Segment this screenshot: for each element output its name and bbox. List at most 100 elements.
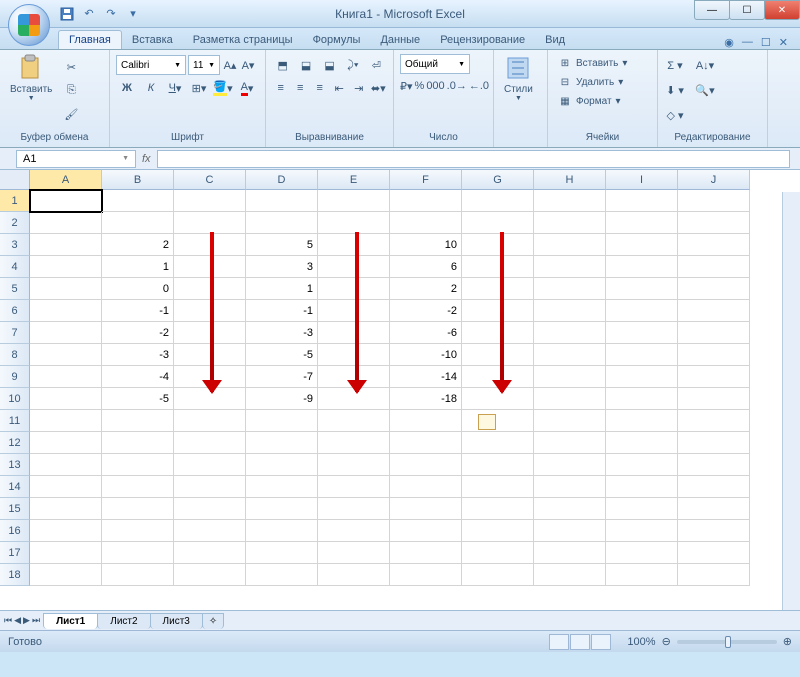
cell[interactable] bbox=[174, 476, 246, 498]
cell[interactable] bbox=[318, 278, 390, 300]
cell[interactable] bbox=[534, 256, 606, 278]
cell[interactable]: -5 bbox=[102, 388, 174, 410]
column-header[interactable]: G bbox=[462, 170, 534, 190]
cells-insert-button[interactable]: ⊞Вставить ▾ bbox=[554, 54, 651, 72]
sheet-tab-3[interactable]: Лист3 bbox=[150, 613, 203, 629]
column-header[interactable]: I bbox=[606, 170, 678, 190]
cells-delete-button[interactable]: ⊟Удалить ▾ bbox=[554, 73, 651, 91]
row-header[interactable]: 6 bbox=[0, 300, 30, 322]
cell[interactable] bbox=[678, 476, 750, 498]
cell[interactable] bbox=[606, 476, 678, 498]
cell[interactable] bbox=[174, 498, 246, 520]
cell[interactable] bbox=[462, 498, 534, 520]
cell[interactable] bbox=[390, 454, 462, 476]
copy-icon[interactable]: ⎘ bbox=[60, 80, 82, 102]
cell[interactable]: -3 bbox=[102, 344, 174, 366]
cell[interactable] bbox=[390, 498, 462, 520]
cell[interactable] bbox=[678, 564, 750, 586]
help-icon[interactable]: ◉ bbox=[724, 36, 734, 49]
column-header[interactable]: F bbox=[390, 170, 462, 190]
cell[interactable] bbox=[606, 454, 678, 476]
cell[interactable]: 0 bbox=[102, 278, 174, 300]
cell[interactable] bbox=[390, 212, 462, 234]
sheet-tab-1[interactable]: Лист1 bbox=[43, 613, 98, 629]
cell[interactable] bbox=[246, 542, 318, 564]
tab-data[interactable]: Данные bbox=[370, 31, 430, 49]
cell[interactable] bbox=[678, 344, 750, 366]
cell[interactable] bbox=[390, 542, 462, 564]
cell[interactable] bbox=[246, 410, 318, 432]
cell[interactable] bbox=[246, 476, 318, 498]
cell[interactable] bbox=[462, 190, 534, 212]
cell[interactable] bbox=[30, 278, 102, 300]
font-name-select[interactable]: Calibri▼ bbox=[116, 55, 186, 75]
row-header[interactable]: 16 bbox=[0, 520, 30, 542]
align-right-icon[interactable]: ≡ bbox=[311, 77, 329, 99]
formula-input[interactable] bbox=[157, 150, 790, 168]
cell[interactable] bbox=[30, 234, 102, 256]
cell[interactable] bbox=[102, 498, 174, 520]
cell[interactable] bbox=[606, 234, 678, 256]
row-header[interactable]: 10 bbox=[0, 388, 30, 410]
cell[interactable] bbox=[606, 300, 678, 322]
bold-icon[interactable]: Ж bbox=[116, 77, 138, 99]
select-all-corner[interactable] bbox=[0, 170, 30, 190]
cell[interactable]: -1 bbox=[246, 300, 318, 322]
cell[interactable] bbox=[606, 542, 678, 564]
column-header[interactable]: E bbox=[318, 170, 390, 190]
name-box[interactable]: A1▼ bbox=[16, 150, 136, 168]
cell[interactable] bbox=[678, 520, 750, 542]
cell[interactable] bbox=[390, 190, 462, 212]
cell[interactable]: -18 bbox=[390, 388, 462, 410]
row-header[interactable]: 9 bbox=[0, 366, 30, 388]
cell[interactable] bbox=[102, 476, 174, 498]
cell[interactable] bbox=[534, 564, 606, 586]
cell[interactable] bbox=[462, 454, 534, 476]
row-header[interactable]: 8 bbox=[0, 344, 30, 366]
cell[interactable] bbox=[678, 212, 750, 234]
cell[interactable] bbox=[246, 190, 318, 212]
percent-icon[interactable]: % bbox=[415, 75, 425, 97]
tab-insert[interactable]: Вставка bbox=[122, 31, 183, 49]
cell[interactable] bbox=[606, 498, 678, 520]
row-header[interactable]: 12 bbox=[0, 432, 30, 454]
cell[interactable] bbox=[102, 410, 174, 432]
sheet-tab-2[interactable]: Лист2 bbox=[97, 613, 150, 629]
row-header[interactable]: 3 bbox=[0, 234, 30, 256]
decrease-decimal-icon[interactable]: ←.0 bbox=[469, 75, 489, 97]
cell[interactable] bbox=[30, 520, 102, 542]
cell[interactable] bbox=[174, 542, 246, 564]
border-icon[interactable]: ⊞▾ bbox=[188, 77, 210, 99]
maximize-button[interactable]: ☐ bbox=[729, 0, 765, 20]
cell[interactable] bbox=[30, 454, 102, 476]
cell[interactable] bbox=[678, 234, 750, 256]
cell[interactable] bbox=[462, 432, 534, 454]
cell[interactable] bbox=[678, 256, 750, 278]
cell[interactable]: 1 bbox=[246, 278, 318, 300]
row-header[interactable]: 5 bbox=[0, 278, 30, 300]
cell[interactable] bbox=[534, 476, 606, 498]
cell[interactable]: 1 bbox=[102, 256, 174, 278]
cells-format-button[interactable]: ▦Формат ▾ bbox=[554, 92, 651, 110]
fx-icon[interactable]: fx bbox=[142, 153, 151, 165]
zoom-level[interactable]: 100% bbox=[627, 636, 655, 648]
cell[interactable] bbox=[678, 410, 750, 432]
cell[interactable] bbox=[174, 432, 246, 454]
fill-icon[interactable]: ⬇ ▾ bbox=[664, 79, 686, 101]
cell[interactable]: -14 bbox=[390, 366, 462, 388]
row-header[interactable]: 7 bbox=[0, 322, 30, 344]
sheet-nav-prev-icon[interactable]: ◀ bbox=[14, 615, 21, 626]
cell[interactable] bbox=[462, 278, 534, 300]
office-button[interactable] bbox=[8, 4, 50, 46]
cell[interactable] bbox=[606, 564, 678, 586]
autofill-options-icon[interactable] bbox=[478, 414, 496, 430]
cell[interactable] bbox=[678, 278, 750, 300]
cell[interactable] bbox=[534, 520, 606, 542]
cell[interactable] bbox=[318, 410, 390, 432]
cell[interactable] bbox=[606, 256, 678, 278]
cell[interactable] bbox=[534, 366, 606, 388]
cell[interactable] bbox=[30, 190, 102, 212]
cell[interactable] bbox=[678, 388, 750, 410]
view-pagebreak-icon[interactable] bbox=[591, 634, 611, 650]
cell[interactable] bbox=[462, 542, 534, 564]
